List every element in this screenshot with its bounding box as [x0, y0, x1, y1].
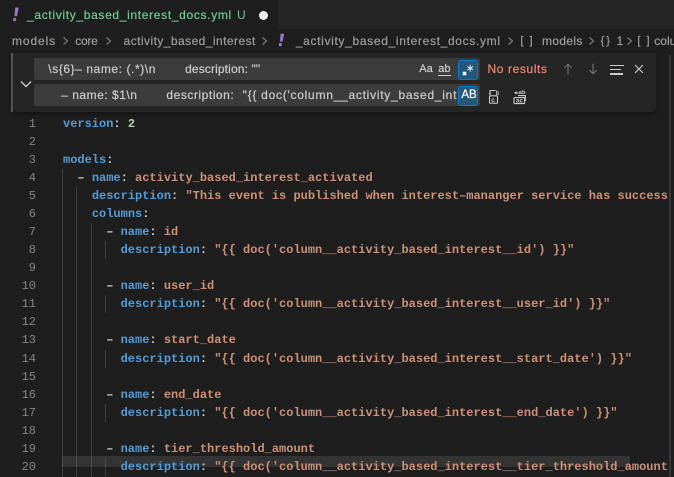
svg-text:c: c — [491, 96, 495, 103]
svg-text:ac: ac — [516, 97, 523, 104]
svg-text:ab: ab — [518, 90, 525, 96]
svg-text:b: b — [495, 90, 498, 97]
